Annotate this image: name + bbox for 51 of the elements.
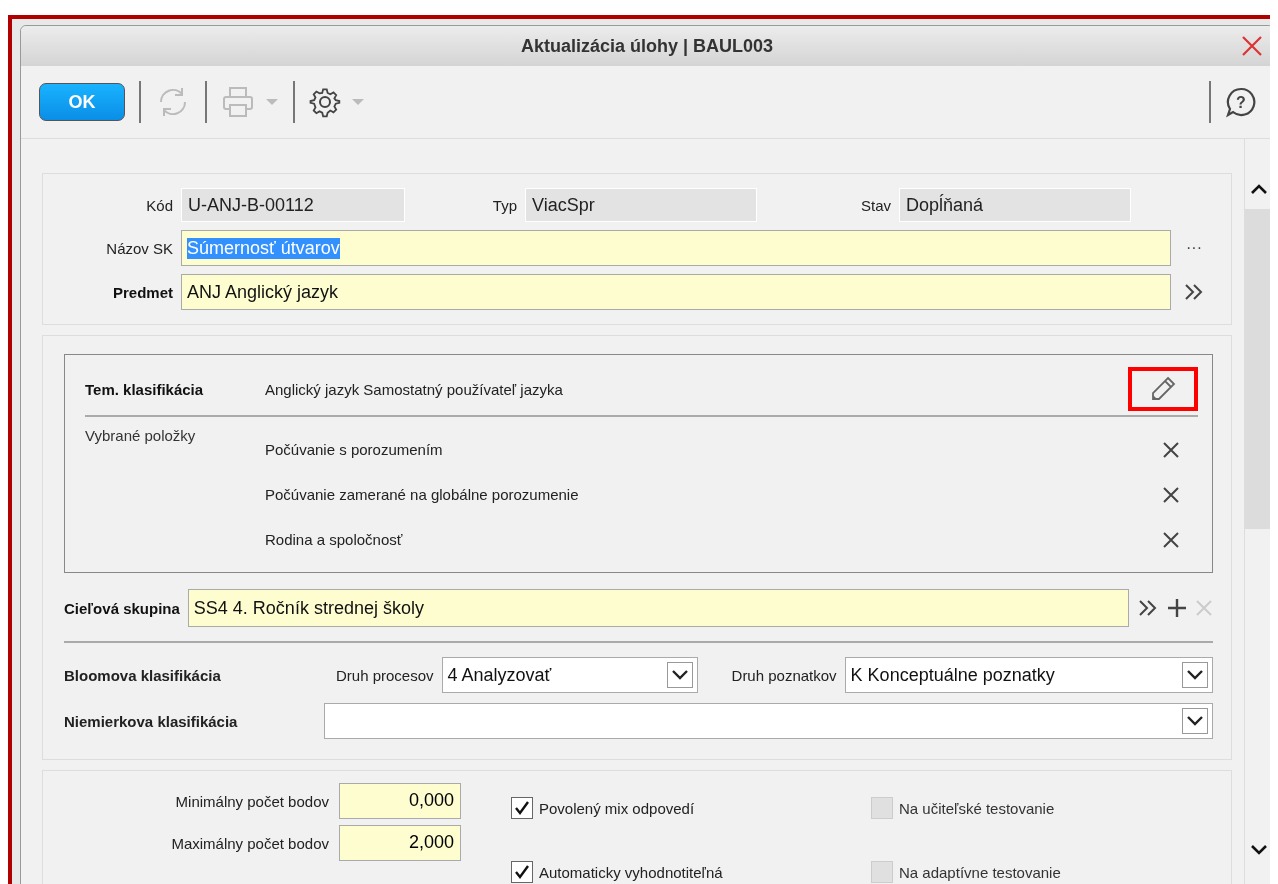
remove-icon[interactable] [1162, 485, 1180, 504]
points-field[interactable]: 2,000 [339, 825, 461, 861]
add-icon[interactable] [1167, 598, 1187, 618]
process-dropdown[interactable]: 4 Analyzovať [441, 657, 698, 693]
knowledge-dropdown[interactable]: K Konceptuálne poznatky [844, 657, 1213, 693]
checkbox-label: Na adaptívne testovanie [899, 863, 1061, 881]
edit-button[interactable] [1128, 367, 1198, 411]
checkbox-label: Povolený mix odpovedí [539, 799, 695, 817]
settings-icon[interactable] [309, 86, 341, 118]
classification-value: Anglický jazyk Samostatný používateľ jazyka [265, 380, 564, 398]
field-label: Druh procesov [336, 666, 434, 684]
field-label: Stav [860, 196, 891, 214]
field-label: Názov SK [105, 239, 173, 257]
code-field: U-ANJ-B-00112 [181, 188, 405, 222]
remove-icon[interactable] [1162, 530, 1180, 549]
selected-item: Rodina a spoločnosť [265, 531, 404, 548]
field-label: Vybrané položky [85, 427, 197, 446]
points-field[interactable]: 0,000 [339, 783, 461, 819]
remove-icon [1195, 599, 1213, 617]
selected-item: Počúvanie zamerané na globálne porozumenie [265, 486, 580, 503]
field-label: Druh poznatkov [731, 666, 837, 684]
field-label: Typ [491, 196, 517, 214]
field-label: Kód [145, 196, 173, 214]
scroll-down-icon[interactable] [1250, 844, 1268, 856]
state-field: Dopĺňaná [899, 188, 1131, 222]
double-chevron-icon[interactable] [1183, 282, 1205, 302]
field-label: Bloomova klasifikácia [64, 666, 222, 684]
field-label: Predmet [111, 283, 173, 301]
field-label: Niemierkova klasifikácia [64, 712, 239, 730]
subject-field[interactable]: ANJ Anglický jazyk [181, 274, 1171, 310]
field-label: Minimálny počet bodov [174, 792, 329, 810]
checkbox[interactable] [511, 861, 533, 883]
field-label: Cieľová skupina [64, 599, 180, 617]
selected-item: Počúvanie s porozumením [265, 441, 444, 458]
field-label: Tem. klasifikácia [85, 380, 205, 398]
checkbox-label: Automaticky vyhodnotiteľná [539, 863, 723, 881]
field-label: Maximálny počet bodov [170, 834, 329, 852]
help-icon[interactable]: ? [1225, 86, 1257, 118]
pencil-icon [1149, 375, 1177, 403]
scrollbar[interactable] [1244, 139, 1270, 884]
scrollbar-thumb[interactable] [1245, 209, 1270, 529]
scroll-up-icon[interactable] [1250, 183, 1268, 195]
double-chevron-icon[interactable] [1137, 598, 1159, 618]
checkbox[interactable] [511, 797, 533, 819]
close-icon[interactable] [1241, 35, 1263, 57]
target-group-field[interactable]: SS4 4. Ročník strednej školy [187, 589, 1129, 627]
remove-icon[interactable] [1162, 440, 1180, 459]
checkbox-label: Na učiteľské testovanie [899, 799, 1055, 817]
type-field: ViacSpr [525, 188, 757, 222]
window-title: Aktualizácia úlohy | BAUL003 [520, 35, 774, 57]
more-icon[interactable]: ··· [1179, 239, 1209, 257]
